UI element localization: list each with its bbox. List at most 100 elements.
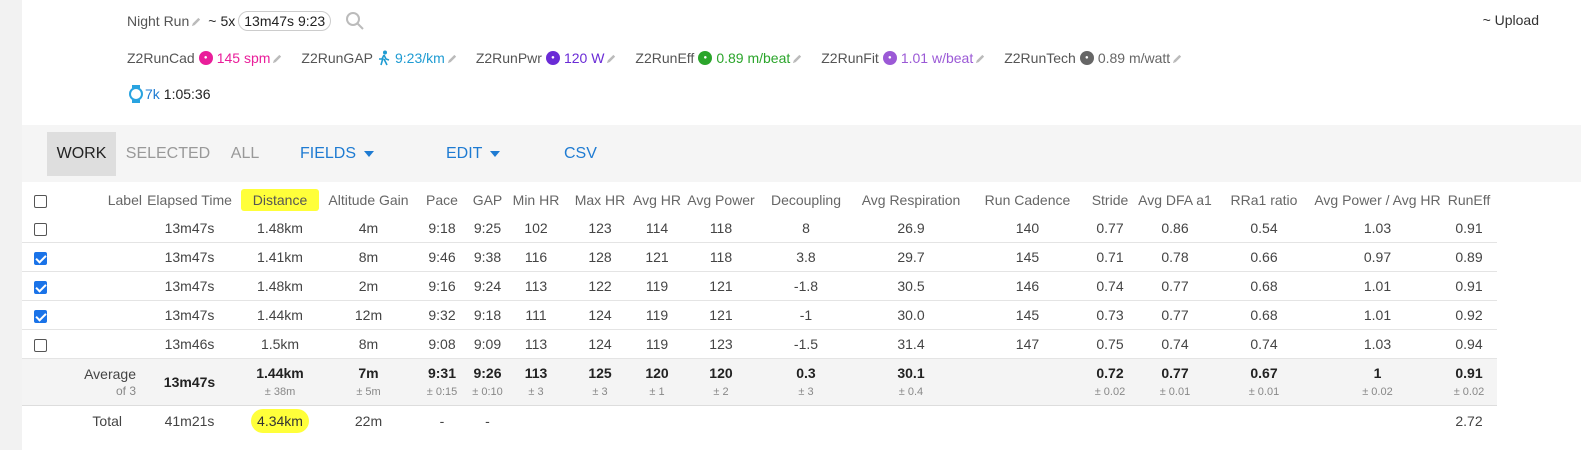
fitness-icon: ● [882, 51, 897, 65]
row-checkbox-cell [22, 242, 58, 272]
metric-z2runpwr[interactable]: Z2RunPwr ● 120 W [476, 50, 622, 66]
average-row: Average of 3 13m47s 1.44km ± 38m 7m ± 5m 9:31 ± … [22, 358, 1497, 406]
column-header[interactable]: Pace [414, 186, 470, 214]
back-arrow-icon[interactable] [52, 0, 68, 6]
table-row: 13m47s 1.48km 4m 9:18 9:25 102 123 114 118 8 26.9 1… [22, 214, 1497, 243]
average-cell: 7m ± 5m [323, 358, 414, 406]
table-cell: 145 [970, 242, 1084, 272]
column-header[interactable]: RRa1 ratio [1214, 186, 1314, 214]
table-cell: 128 [567, 242, 633, 272]
csv-button[interactable]: CSV [564, 132, 597, 176]
column-header[interactable]: GAP [470, 186, 505, 214]
table-cell: 0.54 [1213, 214, 1314, 243]
efficiency-icon: ● [698, 51, 713, 65]
metric-z2runcad[interactable]: Z2RunCad ● 145 spm [127, 50, 287, 66]
average-cell: 120 ± 1 [633, 358, 681, 406]
table-cell: 0.74 [1213, 329, 1314, 359]
column-header[interactable]: Decoupling [761, 186, 851, 214]
table-cell: -1.5 [760, 329, 851, 359]
average-deviation: ± 5m [356, 386, 381, 398]
activity-card: Night Run ~ 5x 13m47s 9:23 ~ Upload Z2Ru… [22, 0, 1581, 450]
edit-dropdown[interactable]: EDIT [446, 132, 501, 176]
edit-pencil-icon[interactable] [606, 53, 617, 64]
average-cell: 1.44km ± 38m [237, 358, 323, 406]
total-cell [1084, 406, 1136, 437]
table-cell: 114 [633, 214, 681, 243]
column-header[interactable]: Stride [1084, 186, 1136, 214]
table-cell: 0.66 [1213, 242, 1314, 272]
column-header[interactable]: Avg HR [633, 186, 681, 214]
table-cell: 0.97 [1313, 242, 1441, 272]
table-cell: 0.74 [1083, 271, 1136, 301]
column-header[interactable]: Min HR [505, 186, 567, 214]
column-header[interactable]: Avg Power / Avg HR [1314, 186, 1441, 214]
metric-z2runeff[interactable]: Z2RunEff ● 0.89 m/beat [635, 50, 807, 66]
average-value: 120 [645, 365, 669, 381]
summary-row: 7k 1:05:36 [129, 84, 211, 104]
table-row: 13m46s 1.5km 8m 9:08 9:09 113 124 119 123 -1.5 31.… [22, 329, 1497, 359]
column-header[interactable]: Avg DFA a1 [1136, 186, 1214, 214]
edit-pencil-icon[interactable] [792, 53, 803, 64]
metric-value: 0.89 m/beat [716, 50, 791, 66]
tab-all[interactable]: ALL [222, 132, 268, 176]
column-header[interactable]: Elapsed Time [142, 186, 237, 214]
table-cell: 113 [505, 271, 567, 301]
table-cell: 0.77 [1135, 271, 1214, 301]
fields-dropdown[interactable]: FIELDS [300, 132, 375, 176]
edit-pencil-icon[interactable] [447, 53, 458, 64]
table-cell: 1.44km [237, 300, 323, 330]
table-cell [58, 329, 142, 359]
select-all-checkbox[interactable] [33, 194, 47, 208]
table-cell: 113 [505, 329, 567, 359]
table-cell: 1.48km [237, 271, 323, 301]
column-header[interactable]: Avg Respiration [851, 186, 971, 214]
table-cell: 26.9 [850, 214, 971, 243]
edit-pencil-icon[interactable] [975, 53, 986, 64]
technique-icon: ● [1079, 51, 1094, 65]
interval-chip[interactable]: 13m47s 9:23 [238, 11, 332, 31]
column-header[interactable]: Avg Power [681, 186, 761, 214]
metric-z2runfit[interactable]: Z2RunFit ● 1.01 w/beat [821, 50, 990, 66]
table-cell: 0.91 [1440, 271, 1497, 301]
total-cell [505, 406, 567, 437]
table-cell: 119 [633, 271, 681, 301]
average-value: 0.91 [1455, 365, 1483, 381]
edit-pencil-icon[interactable] [272, 53, 283, 64]
table-cell: 123 [567, 214, 633, 243]
edit-pencil-icon[interactable] [191, 16, 202, 27]
table-cell: 9:46 [414, 242, 470, 272]
upload-link[interactable]: ~ Upload [1483, 12, 1539, 28]
tab-work[interactable]: WORK [47, 132, 116, 176]
search-icon[interactable] [345, 11, 365, 31]
tab-selected[interactable]: SELECTED [122, 132, 214, 176]
metric-name: Z2RunGAP [301, 50, 373, 66]
average-value: 0.77 [1161, 365, 1189, 381]
column-header[interactable]: RunEff [1441, 186, 1497, 214]
metric-z2runtech[interactable]: Z2RunTech ● 0.89 m/watt [1004, 50, 1187, 66]
row-checkbox[interactable] [33, 338, 47, 352]
table-cell: 9:32 [414, 300, 470, 330]
table-cell: 118 [680, 242, 761, 272]
metric-z2rungap[interactable]: Z2RunGAP 9:23/km [301, 50, 461, 66]
chevron-down-icon [364, 151, 375, 157]
edit-pencil-icon[interactable] [1172, 53, 1183, 64]
row-checkbox[interactable] [33, 280, 47, 294]
row-checkbox[interactable] [33, 222, 47, 236]
column-header[interactable]: Run Cadence [971, 186, 1084, 214]
column-header[interactable]: Altitude Gain [323, 186, 414, 214]
row-checkbox[interactable] [33, 251, 47, 265]
metric-name: Z2RunFit [821, 50, 879, 66]
activity-title[interactable]: Night Run [127, 13, 189, 29]
column-header[interactable]: Max HR [567, 186, 633, 214]
column-header[interactable]: Label [58, 186, 142, 214]
metric-value: 1.01 w/beat [900, 50, 974, 66]
table-cell: 3.8 [760, 242, 851, 272]
select-all-checkbox-cell [22, 186, 58, 214]
column-header[interactable]: Distance [237, 186, 323, 214]
table-cell: 111 [505, 300, 567, 330]
row-checkbox[interactable] [33, 309, 47, 323]
table-cell: 9:09 [470, 329, 505, 359]
table-cell: 1.5km [237, 329, 323, 359]
chevron-down-icon [490, 151, 501, 157]
table-cell: 9:18 [414, 214, 470, 243]
